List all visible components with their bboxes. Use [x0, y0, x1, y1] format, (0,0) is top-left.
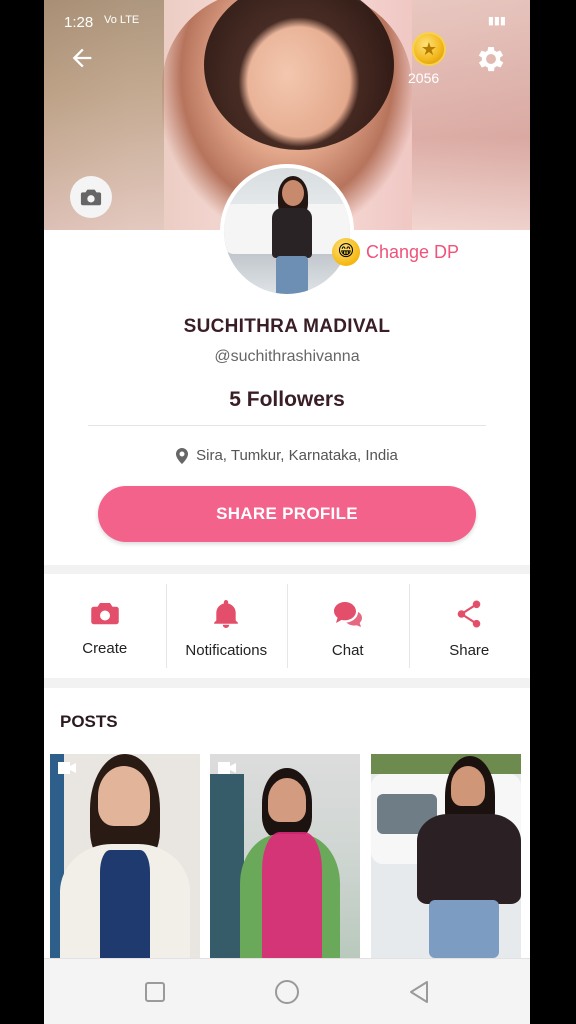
change-cover-camera-icon[interactable] [70, 176, 112, 218]
action-chat[interactable]: Chat [287, 574, 409, 678]
post-thumbnail[interactable] [210, 754, 360, 958]
system-nav-bar [44, 958, 530, 1024]
location-pin-icon [176, 447, 189, 464]
action-share-label: Share [449, 642, 490, 659]
action-bar: Create Notifications Chat Share [44, 574, 530, 678]
profile-avatar[interactable] [220, 164, 354, 298]
divider [88, 425, 486, 426]
status-network: Vo LTE [104, 14, 140, 26]
coin-count: 2056 [408, 70, 440, 86]
location-text: Sira, Tumkur, Karnataka, India [196, 447, 398, 464]
profile-handle: @suchithrashivanna [214, 348, 360, 365]
back-triangle-icon[interactable] [404, 977, 434, 1007]
profile-location: Sira, Tumkur, Karnataka, India [44, 447, 530, 464]
status-bar: 1:28 Vo LTE ▮▮▮ [44, 8, 530, 32]
video-icon [218, 762, 236, 774]
video-icon [58, 762, 76, 774]
posts-title: POSTS [60, 712, 118, 731]
chat-icon [333, 602, 362, 627]
recent-apps-icon[interactable] [140, 977, 170, 1007]
profile-screen: 1:28 Vo LTE ▮▮▮ ★ 2056 😁 Change DP SUCHI… [44, 0, 530, 1024]
battery-icon: ▮▮▮ [487, 15, 506, 27]
post-thumbnail[interactable] [371, 754, 521, 958]
change-dp-label: Change DP [366, 241, 460, 262]
posts-section: POSTS [44, 688, 530, 958]
share-profile-button[interactable]: SHARE PROFILE [98, 486, 476, 542]
settings-gear-icon[interactable] [474, 42, 508, 76]
bell-icon [214, 600, 239, 628]
coin-icon[interactable]: ★ [412, 32, 446, 66]
share-icon [457, 600, 481, 628]
status-time: 1:28 [64, 14, 94, 31]
home-icon[interactable] [272, 977, 302, 1007]
action-chat-label: Chat [331, 642, 364, 659]
action-notifications[interactable]: Notifications [165, 574, 288, 678]
profile-name: SUCHITHRA MADIVAL [183, 316, 391, 337]
action-create[interactable]: Create [44, 574, 166, 678]
post-thumbnail[interactable] [50, 754, 200, 958]
grin-emoji-icon: 😁 [332, 238, 360, 266]
back-arrow-icon[interactable] [66, 44, 98, 76]
action-create-label: Create [82, 640, 128, 657]
followers-count[interactable]: 5 Followers [44, 388, 530, 412]
action-notifications-label: Notifications [185, 642, 268, 659]
change-dp-button[interactable]: 😁 Change DP [332, 238, 459, 266]
action-share[interactable]: Share [408, 574, 531, 678]
camera-icon [91, 603, 119, 625]
